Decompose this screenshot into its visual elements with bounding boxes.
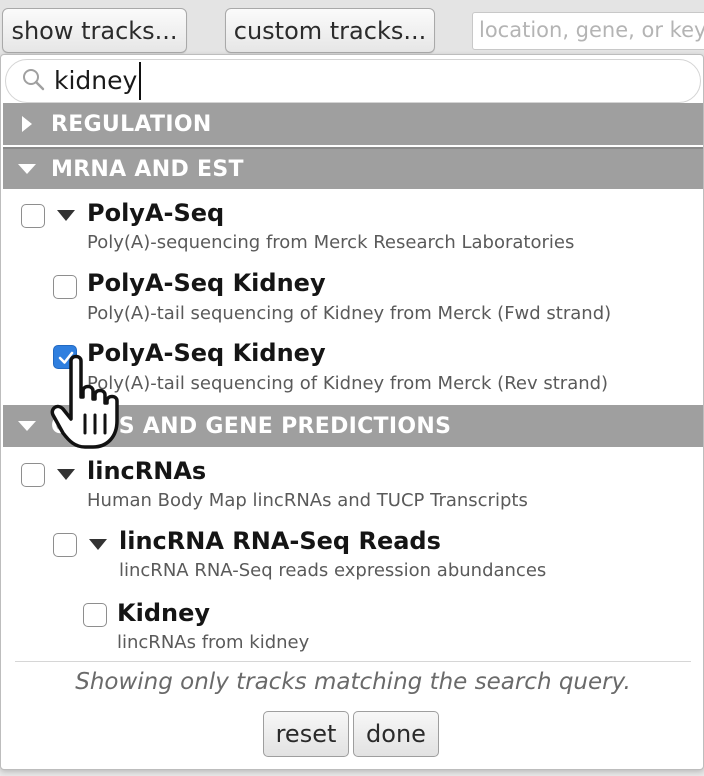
track-description: Human Body Map lincRNAs and TUCP Transcr…	[87, 490, 528, 511]
group-label: MRNA AND EST	[51, 156, 244, 182]
track-search-field[interactable]: kidney	[5, 59, 701, 103]
track-checkbox[interactable]	[53, 533, 77, 557]
track-description: lincRNA RNA-Seq reads expression abundan…	[119, 560, 547, 581]
track-item: PolyA-Seq Kidney Poly(A)-tail sequencing…	[1, 269, 701, 331]
track-search-input[interactable]: kidney	[54, 62, 142, 100]
filter-notice: Showing only tracks matching the search …	[75, 669, 631, 695]
track-item: PolyA-Seq Poly(A)-sequencing from Merck …	[1, 199, 701, 261]
track-description: Poly(A)-tail sequencing of Kidney from M…	[87, 373, 609, 394]
track-title: lincRNAs	[87, 457, 207, 485]
done-button[interactable]: done	[353, 711, 439, 757]
track-checkbox[interactable]	[83, 603, 107, 627]
track-checkbox[interactable]	[53, 275, 77, 299]
location-search-input[interactable]: location, gene, or keyw	[472, 12, 704, 50]
toolbar: show tracks... custom tracks... location…	[0, 0, 704, 56]
track-checkbox[interactable]	[21, 463, 45, 487]
triangle-down-icon[interactable]	[89, 538, 107, 552]
track-checkbox[interactable]	[21, 204, 45, 228]
track-search-popup: kidney REGULATION MRNA AND EST PolyA-Seq…	[0, 54, 704, 770]
track-title: PolyA-Seq Kidney	[87, 269, 326, 297]
reset-button[interactable]: reset	[263, 711, 349, 757]
show-tracks-button[interactable]: show tracks...	[2, 8, 187, 53]
track-item: lincRNA RNA-Seq Reads lincRNA RNA-Seq re…	[1, 527, 701, 589]
triangle-down-icon	[3, 420, 51, 432]
triangle-down-icon	[3, 163, 51, 175]
divider	[15, 661, 691, 662]
track-title: PolyA-Seq	[87, 199, 225, 227]
custom-tracks-button[interactable]: custom tracks...	[225, 8, 435, 53]
track-description: lincRNAs from kidney	[117, 632, 310, 653]
track-item: lincRNAs Human Body Map lincRNAs and TUC…	[1, 457, 701, 519]
search-icon	[23, 69, 45, 91]
track-description: Poly(A)-sequencing from Merck Research L…	[87, 232, 575, 253]
hand-pointer-cursor-icon	[50, 354, 119, 449]
group-header-regulation[interactable]: REGULATION	[3, 103, 703, 145]
group-label: REGULATION	[51, 111, 212, 137]
triangle-right-icon	[3, 116, 51, 132]
track-title: Kidney	[117, 599, 211, 627]
triangle-down-icon[interactable]	[57, 468, 75, 482]
track-item: Kidney lincRNAs from kidney	[1, 599, 701, 661]
track-description: Poly(A)-tail sequencing of Kidney from M…	[87, 303, 612, 324]
triangle-down-icon[interactable]	[57, 209, 75, 223]
group-header-mrna-and-est[interactable]: MRNA AND EST	[3, 147, 703, 189]
track-title: lincRNA RNA-Seq Reads	[119, 527, 441, 555]
